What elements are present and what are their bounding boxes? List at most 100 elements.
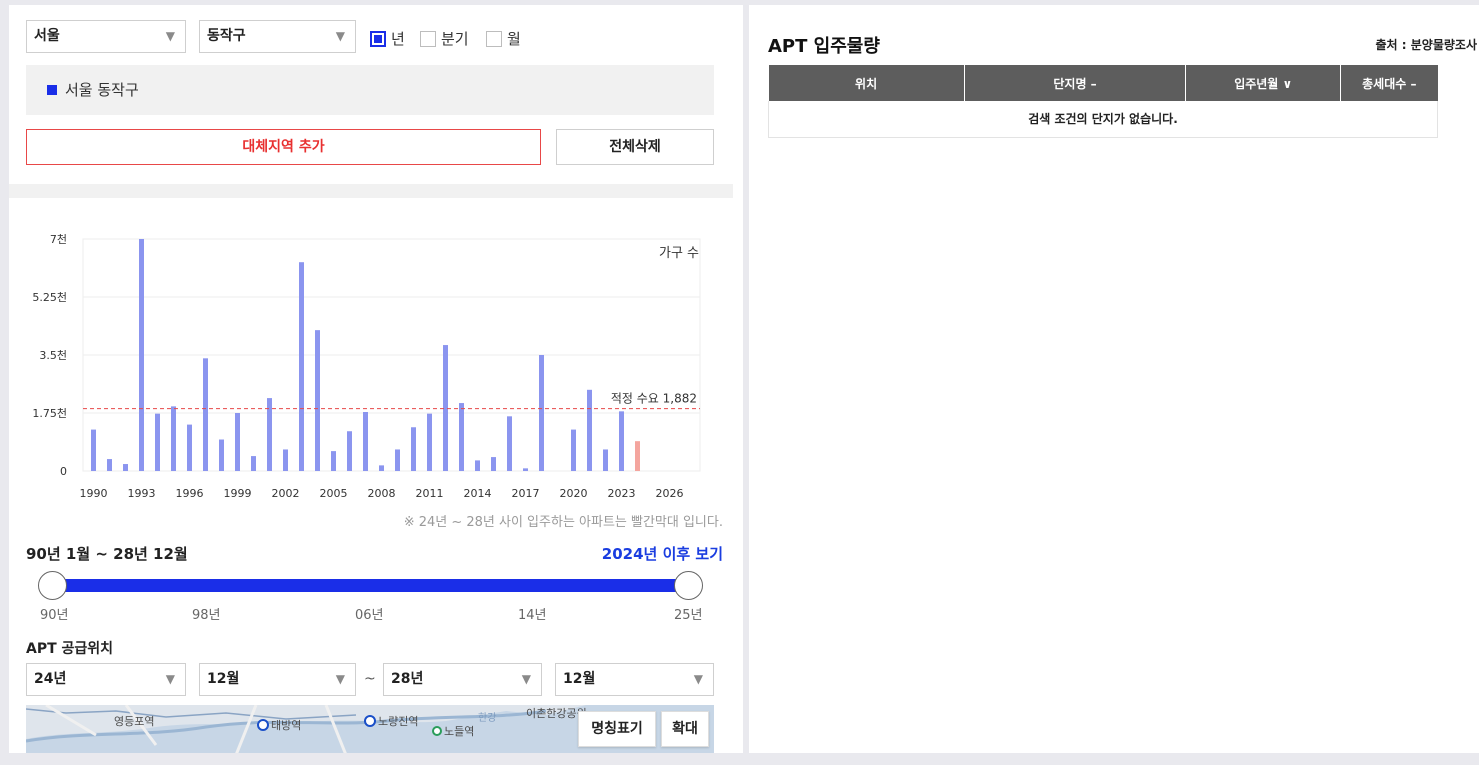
source-label: 출처 : 분양물량조사 bbox=[1375, 38, 1477, 52]
y-tick-label: 5.25천 bbox=[32, 290, 67, 304]
x-tick-label: 1999 bbox=[224, 487, 252, 500]
x-tick-label: 2014 bbox=[464, 487, 492, 500]
zoom-button[interactable]: 확대 bbox=[661, 711, 709, 747]
bar bbox=[155, 413, 160, 471]
bar bbox=[363, 412, 368, 471]
column-header-location[interactable]: 위치 bbox=[768, 65, 965, 101]
empty-message: 검색 조건의 단지가 없습니다. bbox=[768, 101, 1438, 138]
bar bbox=[507, 416, 512, 471]
bar bbox=[251, 456, 256, 471]
slider-tick: 98년 bbox=[192, 608, 221, 623]
bar bbox=[347, 431, 352, 471]
from-month-value: 12월 bbox=[207, 671, 240, 687]
bar bbox=[619, 411, 624, 471]
bar bbox=[315, 330, 320, 471]
bar bbox=[411, 427, 416, 471]
checkbox-empty-icon bbox=[420, 30, 436, 47]
y-tick-label: 7천 bbox=[50, 232, 67, 246]
to-month-value: 12월 bbox=[563, 671, 596, 687]
to-month-select[interactable]: 12월 ▼ bbox=[555, 663, 714, 696]
slider-tick: 06년 bbox=[355, 608, 384, 623]
period-month-checkbox[interactable]: 월 bbox=[486, 28, 521, 49]
y-tick-label: 1.75천 bbox=[32, 406, 67, 420]
x-tick-label: 2011 bbox=[416, 487, 444, 500]
x-tick-label: 1990 bbox=[80, 487, 108, 500]
table-row: 검색 조건의 단지가 없습니다. bbox=[768, 101, 1438, 138]
bar bbox=[491, 457, 496, 471]
column-header-complex-name[interactable]: 단지명 – bbox=[964, 65, 1187, 101]
bar bbox=[299, 262, 304, 471]
from-year-value: 24년 bbox=[34, 671, 67, 687]
slider-start-handle[interactable] bbox=[38, 571, 67, 600]
slider-end-handle[interactable] bbox=[674, 571, 703, 600]
bar bbox=[139, 239, 144, 471]
bar bbox=[283, 449, 288, 471]
column-header-move-in-date[interactable]: 입주년월 ∨ bbox=[1185, 65, 1342, 101]
period-year-label: 년 bbox=[391, 30, 405, 48]
bar bbox=[427, 413, 432, 471]
x-tick-label: 2023 bbox=[608, 487, 636, 500]
bar bbox=[539, 355, 544, 471]
range-tilde: ~ bbox=[364, 671, 376, 687]
city-select-value: 서울 bbox=[34, 28, 60, 44]
period-year-checkbox[interactable]: 년 bbox=[370, 28, 405, 49]
bar bbox=[395, 449, 400, 471]
bar bbox=[475, 460, 480, 471]
from-month-select[interactable]: 12월 ▼ bbox=[199, 663, 356, 696]
city-select[interactable]: 서울 ▼ bbox=[26, 20, 186, 53]
supply-table: 위치 단지명 – 입주년월 ∨ 총세대수 – 검색 조건의 단지가 없습니다. bbox=[768, 65, 1438, 138]
slider-tick: 25년 bbox=[674, 608, 703, 623]
slider-tick: 14년 bbox=[518, 608, 547, 623]
x-tick-label: 2005 bbox=[320, 487, 348, 500]
bar bbox=[523, 468, 528, 471]
selected-region-bar: 서울 동작구 bbox=[26, 65, 714, 115]
bar bbox=[459, 403, 464, 471]
x-tick-label: 1993 bbox=[128, 487, 156, 500]
from-year-select[interactable]: 24년 ▼ bbox=[26, 663, 186, 696]
x-tick-label: 2020 bbox=[560, 487, 588, 500]
bar bbox=[107, 459, 112, 471]
x-tick-label: 2026 bbox=[656, 487, 684, 500]
slider-tick: 90년 bbox=[40, 608, 69, 623]
checkbox-checked-icon bbox=[370, 30, 386, 47]
column-header-total-units[interactable]: 총세대수 – bbox=[1340, 65, 1438, 101]
bar bbox=[235, 413, 240, 471]
bar bbox=[187, 424, 192, 471]
divider bbox=[9, 184, 733, 198]
page-title: APT 입주물량 bbox=[768, 36, 880, 57]
period-month-label: 월 bbox=[507, 30, 521, 48]
bar bbox=[587, 389, 592, 471]
chevron-down-icon: ▼ bbox=[335, 672, 345, 686]
chevron-down-icon: ▼ bbox=[521, 672, 531, 686]
x-tick-label: 2008 bbox=[368, 487, 396, 500]
series-color-square-icon bbox=[47, 85, 57, 95]
left-panel: 서울 ▼ 동작구 ▼ 년 분기 월 서울 동작구 대체지역 추가 전체삭제 7천… bbox=[9, 5, 743, 753]
district-select-value: 동작구 bbox=[207, 28, 246, 44]
chevron-down-icon: ▼ bbox=[165, 672, 175, 686]
x-tick-label: 2002 bbox=[272, 487, 300, 500]
chevron-down-icon: ▼ bbox=[693, 672, 703, 686]
bar bbox=[203, 358, 208, 471]
supply-location-title: APT 공급위치 bbox=[26, 641, 114, 657]
map-label: 노량진역 bbox=[378, 715, 418, 728]
map-label: 노들역 bbox=[444, 725, 474, 738]
period-slider-track[interactable] bbox=[49, 579, 689, 592]
chevron-down-icon: ▼ bbox=[335, 29, 345, 43]
x-tick-label: 2017 bbox=[512, 487, 540, 500]
show-names-button[interactable]: 명칭표기 bbox=[578, 711, 656, 747]
chevron-down-icon: ▼ bbox=[165, 29, 175, 43]
selected-region-label: 서울 동작구 bbox=[65, 81, 139, 99]
bar bbox=[171, 406, 176, 471]
clear-all-button[interactable]: 전체삭제 bbox=[556, 129, 714, 165]
chart-legend-label: 가구 수 bbox=[659, 246, 699, 261]
period-quarter-checkbox[interactable]: 분기 bbox=[420, 28, 469, 49]
district-select[interactable]: 동작구 ▼ bbox=[199, 20, 356, 53]
to-year-select[interactable]: 28년 ▼ bbox=[383, 663, 542, 696]
bar bbox=[123, 464, 128, 471]
period-range-label: 90년 1월 ~ 28년 12월 bbox=[26, 545, 188, 563]
add-region-button[interactable]: 대체지역 추가 bbox=[26, 129, 541, 165]
view-after-2024-link[interactable]: 2024년 이후 보기 bbox=[602, 543, 723, 564]
map-label: 태방역 bbox=[271, 719, 301, 732]
map-label: 한강 bbox=[478, 712, 496, 724]
y-tick-label: 0 bbox=[60, 465, 67, 478]
